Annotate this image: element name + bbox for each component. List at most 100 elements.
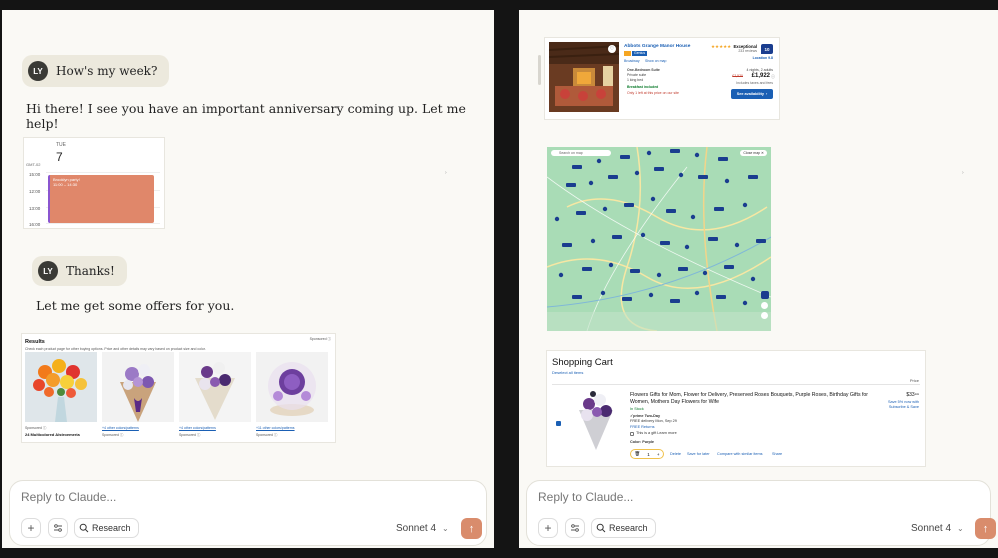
map-pin[interactable]	[698, 175, 708, 179]
add-button[interactable]: +	[538, 518, 558, 538]
map-pin[interactable]	[582, 267, 592, 271]
heart-icon[interactable]: ♡	[608, 45, 616, 53]
map-pin[interactable]	[716, 295, 726, 299]
research-button[interactable]: Research	[591, 518, 656, 538]
product-name[interactable]: 24 Multicolored Alstroemeria	[25, 432, 80, 437]
map-pin[interactable]	[576, 211, 586, 215]
map-pin[interactable]	[622, 297, 632, 301]
reply-input[interactable]: Reply to Claude... + Research Sonnet 4 ⌄…	[526, 480, 996, 546]
map-pin[interactable]	[572, 295, 582, 299]
map-pin[interactable]	[608, 262, 614, 268]
map-pin[interactable]	[718, 157, 728, 161]
map-pin[interactable]	[724, 265, 734, 269]
see-availability-button[interactable]: See availability ›	[731, 89, 773, 99]
hotel-area[interactable]: Broadway	[624, 59, 640, 63]
map-pin[interactable]	[572, 165, 582, 169]
map-pin[interactable]	[562, 243, 572, 247]
cart-product-image[interactable]	[567, 388, 625, 450]
map-pin[interactable]	[640, 232, 646, 238]
product-image-purple-bouquet[interactable]	[102, 352, 174, 422]
zoom-in-button[interactable]	[761, 302, 768, 309]
map-pin[interactable]	[624, 203, 634, 207]
map-pin[interactable]	[554, 216, 560, 222]
map-pin[interactable]	[678, 172, 684, 178]
item-checkbox[interactable]	[556, 421, 561, 426]
hotel-image[interactable]: ♡	[549, 42, 619, 112]
map-pin[interactable]	[566, 183, 576, 187]
plus-icon[interactable]: +	[657, 452, 660, 457]
map-pin[interactable]	[670, 299, 680, 303]
research-button[interactable]: Research	[74, 518, 139, 538]
trash-icon[interactable]: 🗑	[635, 451, 641, 457]
map-pin[interactable]	[602, 206, 608, 212]
product-image-alstroemeria[interactable]	[25, 352, 97, 422]
share-link[interactable]: Share	[772, 452, 782, 456]
tools-button[interactable]	[48, 518, 68, 538]
map-pin[interactable]	[690, 214, 696, 220]
map-pin[interactable]	[648, 292, 654, 298]
map-pin[interactable]	[630, 269, 640, 273]
product-image-preserved-rose[interactable]	[256, 352, 328, 422]
map-view[interactable]: Search on map Close map ✕	[547, 147, 771, 331]
deselect-all-link[interactable]: Deselect all items	[552, 370, 583, 375]
send-button[interactable]: ↑	[461, 518, 482, 539]
scrollbar-thumb[interactable]	[538, 55, 541, 85]
cart-product-title[interactable]: Flowers Gifts for Mom, Flower for Delive…	[630, 392, 870, 406]
map-pin[interactable]	[748, 175, 758, 179]
map-pin[interactable]	[608, 175, 618, 179]
quantity-stepper[interactable]: 🗑 1 +	[630, 449, 664, 459]
map-pin[interactable]	[634, 170, 640, 176]
map-pin[interactable]	[734, 242, 740, 248]
map-pin[interactable]	[646, 150, 652, 156]
map-pin[interactable]	[666, 209, 676, 213]
model-selector[interactable]: Sonnet 4 ⌄	[911, 523, 964, 534]
close-map-button[interactable]: Close map ✕	[740, 150, 767, 156]
map-pin[interactable]	[750, 276, 756, 282]
product-color-link[interactable]: +4 other colors/patterns	[179, 426, 216, 430]
product-color-link[interactable]: +11 other colors/patterns	[256, 426, 295, 430]
map-pin[interactable]	[596, 158, 602, 164]
map-pin[interactable]	[600, 290, 606, 296]
map-pin[interactable]	[708, 237, 718, 241]
gift-checkbox[interactable]	[630, 432, 634, 436]
compare-link[interactable]: Compare with similar items	[717, 452, 763, 456]
map-pin[interactable]	[742, 202, 748, 208]
tools-button[interactable]	[565, 518, 585, 538]
send-button[interactable]: ↑	[975, 518, 996, 539]
free-returns-link[interactable]: FREE Returns	[630, 425, 654, 429]
map-pin[interactable]	[742, 300, 748, 306]
save-for-later-link[interactable]: Save for later	[687, 452, 710, 456]
map-pin[interactable]	[650, 196, 656, 202]
calendar-event[interactable]: Brooklyn party! 11:00 – 14:30	[48, 175, 154, 223]
product-image-rose-bouquet[interactable]	[179, 352, 251, 422]
map-pin[interactable]	[724, 178, 730, 184]
delete-link[interactable]: Delete	[670, 452, 681, 456]
map-pin[interactable]	[654, 167, 664, 171]
map-pin[interactable]	[590, 238, 596, 244]
subscribe-save-link[interactable]: Save 5% now with Subscribe & Save	[877, 400, 919, 410]
map-pin[interactable]	[620, 155, 630, 159]
location-marker[interactable]	[761, 291, 769, 299]
map-pin[interactable]	[714, 207, 724, 211]
map-pin[interactable]	[694, 152, 700, 158]
reply-input[interactable]: Reply to Claude... + Research Sonnet 4 ⌄…	[9, 480, 487, 546]
map-pin[interactable]	[656, 272, 662, 278]
map-pin[interactable]	[588, 180, 594, 186]
map-pin[interactable]	[558, 272, 564, 278]
map-search-input[interactable]: Search on map	[551, 150, 611, 156]
map-pin[interactable]	[660, 241, 670, 245]
add-button[interactable]: +	[21, 518, 41, 538]
product-color-link[interactable]: +4 other colors/patterns	[102, 426, 139, 430]
map-pin[interactable]	[612, 235, 622, 239]
model-selector[interactable]: Sonnet 4 ⌄	[396, 523, 449, 534]
map-canvas[interactable]	[547, 147, 771, 331]
map-pin[interactable]	[670, 149, 680, 153]
map-pin[interactable]	[694, 290, 700, 296]
map-pin[interactable]	[684, 244, 690, 250]
map-pin[interactable]	[756, 239, 766, 243]
hotel-name[interactable]: Abbots Grange Manor House	[624, 44, 690, 49]
zoom-out-button[interactable]	[761, 312, 768, 319]
map-pin[interactable]	[702, 270, 708, 276]
show-on-map-link[interactable]: Show on map	[645, 59, 666, 63]
map-pin[interactable]	[678, 267, 688, 271]
